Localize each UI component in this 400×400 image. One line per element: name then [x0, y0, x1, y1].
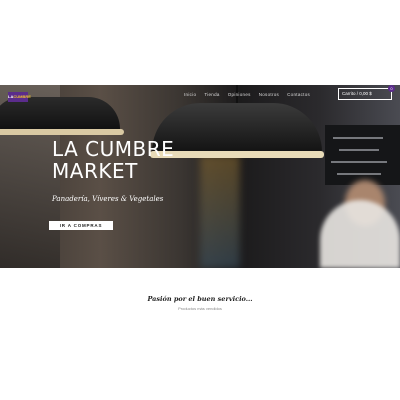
site-logo[interactable]: LACUMBRE	[8, 92, 31, 102]
page: LACUMBRE Inicio Tienda Opiniones Nosotro…	[0, 0, 400, 400]
hero-title: LA CUMBRE MARKET	[52, 138, 252, 182]
cart-count-badge: 0	[388, 85, 395, 92]
cart-button[interactable]: Carrito / 0,00 $ 0	[338, 85, 395, 100]
hero-person-body	[320, 200, 400, 268]
cart-label: Carrito / 0,00 $	[342, 91, 372, 96]
nav-item-opiniones[interactable]: Opiniones	[224, 92, 255, 97]
nav-item-inicio[interactable]: Inicio	[180, 92, 200, 97]
hero-menu-board	[325, 125, 400, 185]
shop-now-button[interactable]: IR A COMPRAS	[49, 221, 113, 230]
hero-subtitle: Panadería, Víveres & Vegetales	[52, 195, 164, 203]
hero-title-line2: MARKET	[52, 159, 138, 183]
nav-item-nosotros[interactable]: Nosotros	[255, 92, 283, 97]
logo-text-accent: CUMBRE	[13, 94, 31, 99]
nav-item-tienda[interactable]: Tienda	[200, 92, 223, 97]
section-subline: Productos más vendidos	[178, 306, 222, 311]
hero-title-line1: LA CUMBRE	[52, 137, 175, 161]
section-tagline: Pasión por el buen servicio...	[147, 295, 253, 303]
pendant-lamp-left	[0, 97, 120, 133]
nav-item-contactos[interactable]: Contactos	[283, 92, 314, 97]
main-nav: Inicio Tienda Opiniones Nosotros Contact…	[180, 86, 314, 102]
pendant-lamp-left-rim	[0, 129, 124, 135]
